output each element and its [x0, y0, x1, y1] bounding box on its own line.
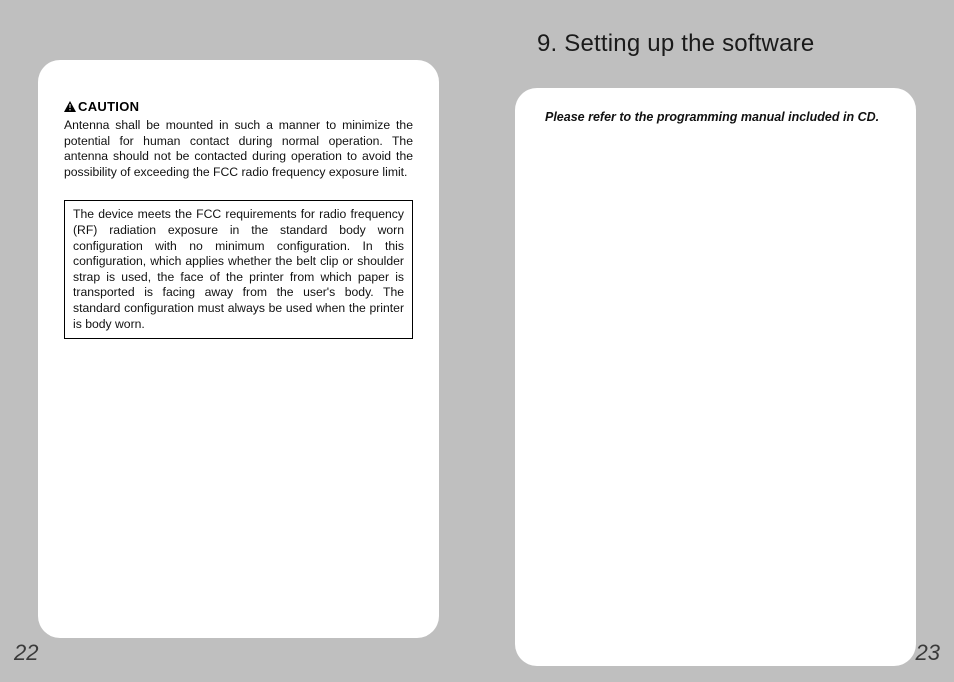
warning-icon [64, 101, 76, 112]
programming-manual-note: Please refer to the programming manual i… [545, 110, 886, 124]
caution-label: CAUTION [64, 99, 139, 114]
rf-compliance-box: The device meets the FCC requirements fo… [64, 200, 413, 339]
page-number-left: 22 [14, 640, 38, 666]
content-card-right: Please refer to the programming manual i… [515, 88, 916, 666]
content-card-left: CAUTION Antenna shall be mounted in such… [38, 60, 439, 638]
caution-text: Antenna shall be mounted in such a manne… [64, 118, 413, 180]
page-right: 9. Setting up the software Please refer … [477, 0, 954, 682]
page-left: CAUTION Antenna shall be mounted in such… [0, 0, 477, 682]
caution-block: CAUTION Antenna shall be mounted in such… [64, 98, 413, 180]
page-number-right: 23 [916, 640, 940, 666]
section-heading: 9. Setting up the software [537, 30, 916, 58]
caution-label-text: CAUTION [78, 99, 139, 114]
spread: CAUTION Antenna shall be mounted in such… [0, 0, 954, 682]
